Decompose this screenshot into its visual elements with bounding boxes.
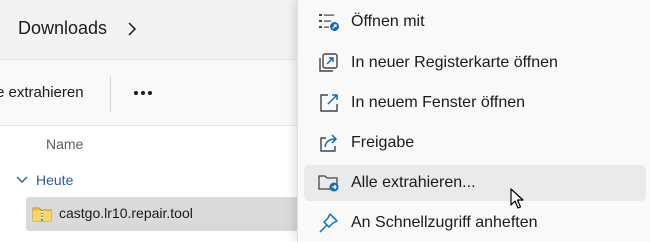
menu-item-extract-all[interactable]: Alle extrahieren... (304, 165, 646, 201)
menu-item-label: Alle extrahieren... (351, 174, 476, 191)
share-icon (318, 133, 340, 153)
screen: Downloads e extrahieren Name Heute castg… (0, 0, 650, 242)
menu-item-label: Öffnen mit (351, 13, 425, 30)
file-name: castgo.lr10.repair.tool (59, 205, 193, 221)
menu-item-new-window[interactable]: In neuem Fenster öffnen (304, 85, 646, 121)
open-with-icon (318, 12, 340, 32)
extract-all-icon (318, 173, 340, 193)
menu-item-open-with[interactable]: Öffnen mit (304, 4, 646, 40)
new-window-icon (318, 93, 340, 113)
extract-all-command[interactable]: e extrahieren (0, 84, 84, 101)
menu-item-label: Freigabe (351, 134, 415, 151)
mouse-cursor-icon (510, 188, 526, 210)
breadcrumb-downloads[interactable]: Downloads (18, 18, 107, 39)
group-header-today[interactable]: Heute (36, 172, 73, 188)
new-tab-icon (318, 53, 340, 73)
chevron-right-icon[interactable] (124, 19, 140, 39)
menu-item-label: In neuem Fenster öffnen (351, 94, 526, 111)
zip-folder-icon (32, 205, 52, 223)
chevron-down-icon[interactable] (15, 173, 29, 187)
menu-item-label: In neuer Registerkarte öffnen (351, 54, 558, 71)
menu-item-new-tab[interactable]: In neuer Registerkarte öffnen (304, 45, 646, 81)
more-dots-icon[interactable] (128, 80, 158, 106)
pin-icon (318, 213, 340, 233)
menu-item-label: An Schnellzugriff anheften (351, 214, 538, 231)
menu-item-share[interactable]: Freigabe (304, 125, 646, 161)
command-divider (110, 76, 111, 112)
menu-item-pin-quick-access[interactable]: An Schnellzugriff anheften (304, 205, 646, 241)
column-header-name[interactable]: Name (46, 136, 83, 152)
context-menu: Öffnen mit In neuer Registerkarte öffnen… (297, 0, 650, 242)
